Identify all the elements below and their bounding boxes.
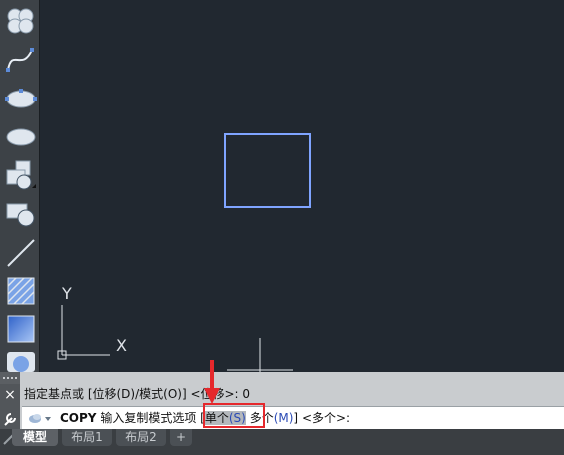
insert-block-icon[interactable]	[4, 158, 38, 192]
command-input-row[interactable]: COPY 输入复制模式选项 [单个(S) 多个(M)] <多个>:	[22, 406, 564, 429]
gradient-icon[interactable]	[4, 312, 38, 346]
annotation-arrow-icon	[204, 360, 220, 404]
hatch-icon[interactable]	[4, 274, 38, 308]
ellipse-icon[interactable]	[4, 82, 38, 116]
ucs-x-label: X	[116, 336, 127, 355]
crosshair-cursor	[227, 338, 293, 372]
make-block-icon[interactable]	[4, 198, 38, 232]
tab-add[interactable]: +	[170, 429, 192, 446]
spline-icon[interactable]	[4, 42, 38, 76]
customize-wrench-icon[interactable]	[2, 410, 18, 428]
command-prompt-icon[interactable]	[26, 410, 52, 426]
tab-model[interactable]: 模型	[12, 429, 58, 446]
drawn-rectangle[interactable]	[224, 133, 311, 208]
draw-toolbar	[0, 0, 40, 372]
close-icon[interactable]: ×	[2, 386, 18, 404]
ucs-y-label: Y	[62, 284, 72, 303]
drawing-canvas[interactable]: Y X	[40, 0, 564, 372]
default-value: <多个>:	[301, 411, 351, 425]
bracket-close: ]	[293, 411, 299, 425]
point-icon[interactable]	[4, 236, 38, 270]
ellipse-arc-icon[interactable]	[4, 120, 38, 154]
revision-cloud-icon[interactable]	[4, 4, 38, 38]
tab-layout2[interactable]: 布局2	[116, 429, 166, 446]
ucs-icon	[57, 305, 110, 360]
prompt-command: COPY	[60, 411, 97, 425]
prompt-text: 输入复制模式选项	[100, 411, 197, 425]
command-side-buttons: ×	[0, 384, 20, 430]
layout-tab-bar: 模型 布局1 布局2 +	[0, 429, 564, 455]
tab-layout1[interactable]: 布局1	[62, 429, 112, 446]
drag-grip[interactable]	[0, 372, 20, 384]
